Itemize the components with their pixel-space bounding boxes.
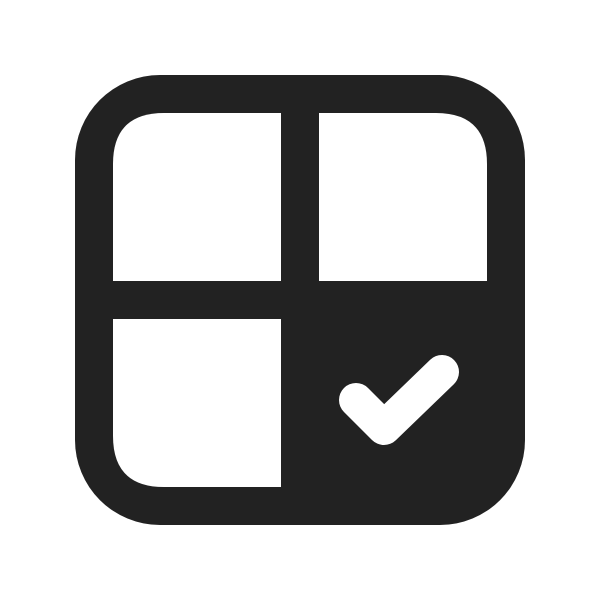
grid-cell-top-left — [113, 113, 281, 281]
grid-with-checkmark-icon — [75, 75, 525, 525]
grid-cell-bottom-left — [113, 319, 281, 487]
icon-canvas — [0, 0, 600, 600]
grid-cell-top-right — [319, 113, 487, 281]
